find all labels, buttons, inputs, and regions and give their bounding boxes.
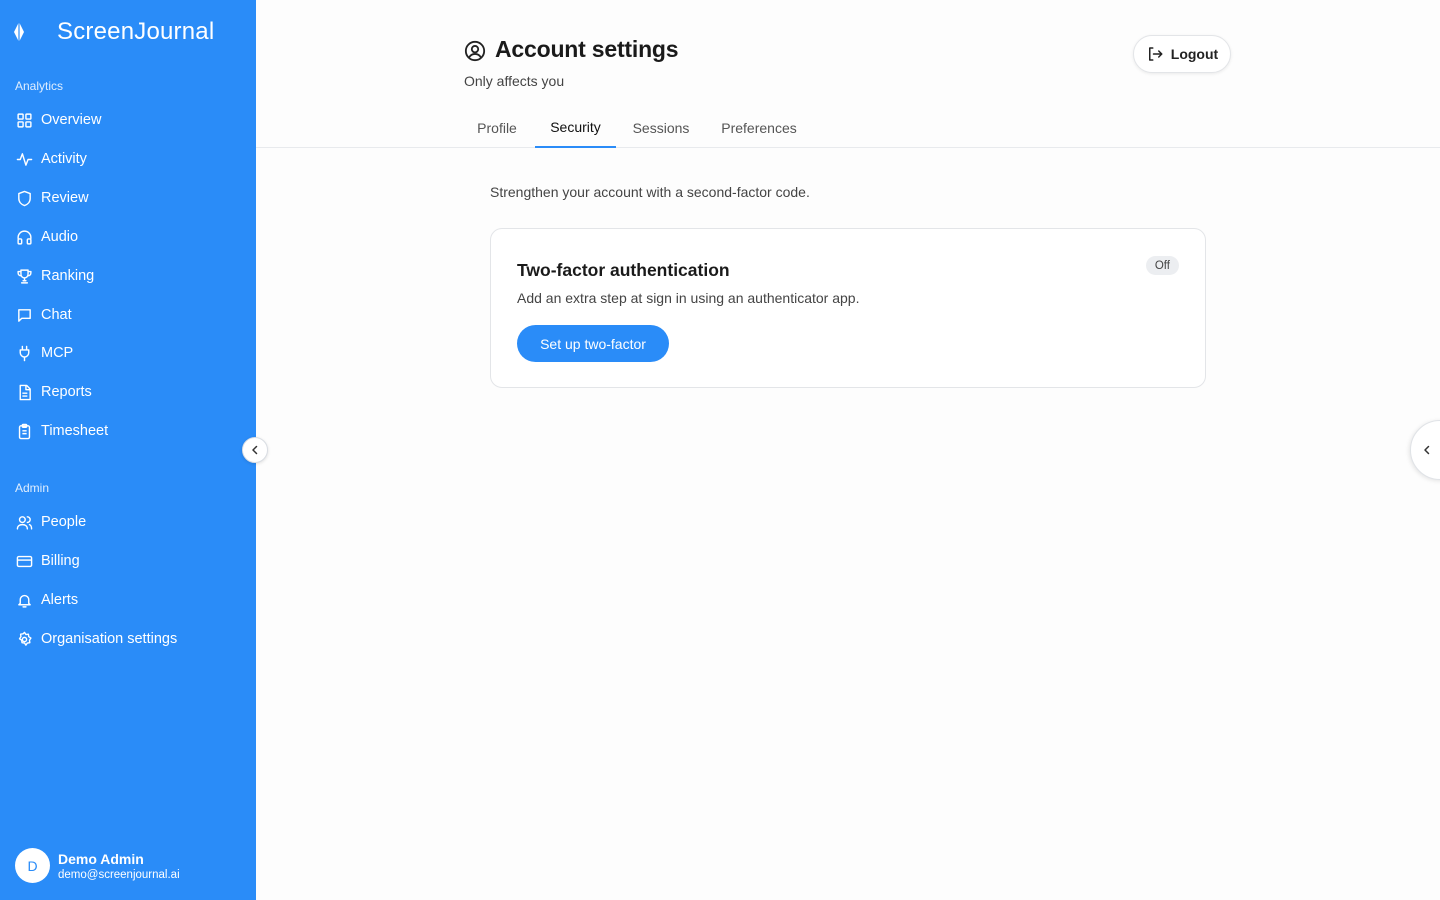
avatar: D — [15, 848, 50, 883]
chevron-left-icon — [249, 444, 261, 456]
user-circle-icon — [464, 40, 486, 62]
sidebar-item-label: Overview — [41, 112, 102, 128]
expand-panel-button[interactable] — [1410, 420, 1440, 480]
sidebar-item-label: Audio — [41, 229, 79, 245]
card-title: Two-factor authentication — [517, 260, 730, 280]
sidebar-item-overview[interactable]: Overview — [8, 103, 248, 137]
sidebar: ScreenJournal Analytics Overview Activit… — [0, 0, 256, 900]
sidebar-item-label: Ranking — [41, 268, 95, 284]
sidebar-item-label: Reports — [41, 384, 92, 400]
logout-icon — [1146, 45, 1164, 63]
sidebar-item-ranking[interactable]: Ranking — [8, 259, 248, 293]
sidebar-item-label: Activity — [41, 151, 87, 167]
tab-sessions[interactable]: Sessions — [624, 108, 698, 148]
trophy-icon — [15, 267, 33, 285]
sidebar-item-timesheet[interactable]: Timesheet — [8, 414, 248, 448]
settings-tabs: Profile Security Sessions Preferences — [256, 108, 1440, 148]
tab-security[interactable]: Security — [535, 108, 616, 148]
sidebar-item-label: Organisation settings — [41, 631, 178, 647]
tab-profile[interactable]: Profile — [464, 108, 530, 148]
logout-label: Logout — [1170, 46, 1219, 62]
app-name: ScreenJournal — [57, 18, 215, 45]
logo-icon — [12, 20, 26, 44]
bell-icon — [15, 591, 33, 609]
grid-icon — [15, 111, 33, 129]
status-badge: Off — [1145, 256, 1179, 275]
shield-icon — [15, 189, 33, 207]
activity-icon — [15, 150, 33, 168]
sidebar-item-label: Billing — [41, 553, 80, 569]
sidebar-item-mcp[interactable]: MCP — [8, 336, 248, 370]
user-name: Demo Admin — [58, 850, 144, 867]
sidebar-item-review[interactable]: Review — [8, 181, 248, 215]
sidebar-item-organisation-settings[interactable]: Organisation settings — [8, 622, 248, 656]
tab-preferences[interactable]: Preferences — [712, 108, 806, 148]
sidebar-item-label: People — [41, 514, 87, 530]
card-description: Add an extra step at sign in using an au… — [517, 290, 860, 306]
report-icon — [15, 383, 33, 401]
collapse-sidebar-button[interactable] — [242, 437, 268, 463]
clipboard-icon — [15, 422, 33, 440]
sidebar-item-label: MCP — [41, 345, 74, 361]
headphones-icon — [15, 228, 33, 246]
credit-card-icon — [15, 552, 33, 570]
page-subtitle: Only affects you — [464, 73, 565, 89]
security-intro: Strengthen your account with a second-fa… — [490, 184, 810, 200]
sidebar-item-label: Alerts — [41, 592, 79, 608]
gear-icon — [15, 630, 33, 648]
section-label-admin: Admin — [15, 481, 50, 495]
sidebar-item-label: Chat — [41, 307, 72, 323]
brand[interactable]: ScreenJournal — [12, 16, 214, 48]
chat-icon — [15, 306, 33, 324]
user-email: demo@screenjournal.ai — [58, 868, 180, 881]
sidebar-item-alerts[interactable]: Alerts — [8, 583, 248, 617]
two-factor-card: Two-factor authentication Off Add an ext… — [490, 228, 1206, 388]
sidebar-item-reports[interactable]: Reports — [8, 375, 248, 409]
sidebar-item-billing[interactable]: Billing — [8, 544, 248, 578]
section-label-analytics: Analytics — [15, 79, 64, 93]
page-title: Account settings — [495, 36, 679, 62]
users-icon — [15, 513, 33, 531]
sidebar-item-label: Timesheet — [41, 423, 109, 439]
sidebar-item-chat[interactable]: Chat — [8, 298, 248, 332]
sidebar-item-audio[interactable]: Audio — [8, 220, 248, 254]
user-profile[interactable]: D Demo Admin demo@screenjournal.ai — [15, 848, 180, 883]
sidebar-item-activity[interactable]: Activity — [8, 142, 248, 176]
plug-icon — [15, 344, 33, 362]
setup-two-factor-button[interactable]: Set up two-factor — [517, 325, 669, 362]
sidebar-item-people[interactable]: People — [8, 505, 248, 539]
logout-button[interactable]: Logout — [1133, 35, 1231, 73]
chevron-left-icon — [1421, 444, 1433, 456]
sidebar-item-label: Review — [41, 190, 89, 206]
